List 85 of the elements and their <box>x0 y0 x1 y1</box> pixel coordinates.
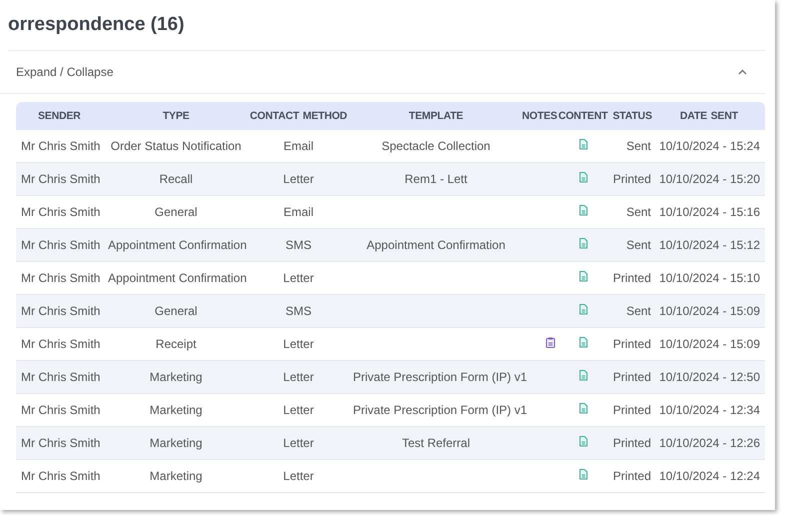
table-cell: Sent <box>626 205 651 219</box>
table-cell: Mr Chris Smith <box>21 205 100 219</box>
table-cell: 10/10/2024 - 15:09 <box>659 337 760 351</box>
table-cell: Letter <box>283 337 314 351</box>
table-cell: 10/10/2024 - 12:50 <box>659 370 760 384</box>
table-cell: Spectacle Collection <box>382 139 490 153</box>
table-cell: Mr Chris Smith <box>21 172 100 186</box>
table-cell: Marketing <box>150 469 202 483</box>
document-icon[interactable] <box>578 271 588 282</box>
table-cell: Private Prescription Form (IP) v1 <box>353 370 528 384</box>
expand-collapse-bar[interactable]: Expand / Collapse <box>0 51 765 94</box>
table-cell: Mr Chris Smith <box>21 304 100 318</box>
column-header: NOTES <box>521 102 557 130</box>
page-title: orrespondence (16) <box>7 13 186 37</box>
table-cell: 10/10/2024 - 12:26 <box>659 436 760 450</box>
column-header: DATE SENT <box>653 102 765 130</box>
clipboard-icon[interactable] <box>546 337 555 348</box>
table-cell: 10/10/2024 - 15:24 <box>659 139 760 153</box>
table-cell: 10/10/2024 - 15:16 <box>659 205 760 219</box>
table-cell: 10/10/2024 - 15:09 <box>659 304 760 318</box>
table-cell: Sent <box>626 139 651 153</box>
table-cell: Letter <box>283 436 314 450</box>
table-cell: Mr Chris Smith <box>21 271 100 285</box>
table-cell: Printed <box>612 271 651 285</box>
table-cell: Appointment Confirmation <box>108 238 247 252</box>
table-cell: Letter <box>283 469 314 483</box>
table-cell: SMS <box>285 238 312 252</box>
document-icon[interactable] <box>578 304 588 315</box>
column-header: TEMPLATE <box>351 102 521 130</box>
table-cell: Marketing <box>150 370 202 384</box>
table-cell: SMS <box>285 304 312 318</box>
table-cell: Mr Chris Smith <box>21 238 100 252</box>
table-cell: Mr Chris Smith <box>21 469 100 483</box>
expand-collapse-label: Expand / Collapse <box>16 65 114 79</box>
table-cell: Printed <box>612 172 651 186</box>
table-cell: Sent <box>626 304 651 318</box>
column-header: CONTENT <box>557 102 609 130</box>
table-cell: Letter <box>283 403 314 417</box>
table-cell: Email <box>283 205 314 219</box>
document-icon[interactable] <box>578 469 588 480</box>
table-cell: 10/10/2024 - 12:24 <box>659 469 760 483</box>
document-icon[interactable] <box>578 172 588 183</box>
table-cell: Appointment Confirmation <box>108 271 247 285</box>
table-cell: Email <box>283 139 314 153</box>
document-icon[interactable] <box>578 139 588 150</box>
table-cell: Letter <box>283 172 314 186</box>
table-cell: General <box>154 205 198 219</box>
table-cell: Mr Chris Smith <box>21 337 100 351</box>
document-icon[interactable] <box>578 238 588 249</box>
table-cell: Printed <box>612 337 651 351</box>
column-header: SENDER <box>16 102 106 130</box>
table-cell: Order Status Notification <box>110 139 242 153</box>
table-cell: Letter <box>283 370 314 384</box>
table-cell: Mr Chris Smith <box>21 403 100 417</box>
table-cell: Receipt <box>156 337 196 351</box>
document-icon[interactable] <box>578 337 588 348</box>
document-icon[interactable] <box>578 436 588 447</box>
table-cell: Private Prescription Form (IP) v1 <box>353 403 528 417</box>
column-header: CONTACT METHOD <box>246 102 351 130</box>
table-cell: Printed <box>612 370 651 384</box>
chevron-up-icon[interactable] <box>738 69 747 75</box>
table-cell: 10/10/2024 - 15:12 <box>659 238 760 252</box>
table-cell: 10/10/2024 - 15:20 <box>659 172 760 186</box>
document-icon[interactable] <box>578 403 588 414</box>
table-cell: Mr Chris Smith <box>21 436 100 450</box>
column-header: TYPE <box>106 102 246 130</box>
table-cell: Marketing <box>150 403 202 417</box>
document-icon[interactable] <box>578 370 588 381</box>
table-cell: Test Referral <box>402 436 470 450</box>
table-cell: Mr Chris Smith <box>21 370 100 384</box>
table-cell: Printed <box>612 436 651 450</box>
table-cell: Printed <box>612 469 651 483</box>
table-cell: 10/10/2024 - 12:34 <box>659 403 760 417</box>
table-cell: Letter <box>283 271 314 285</box>
table-cell: Printed <box>612 403 651 417</box>
document-icon[interactable] <box>578 205 588 216</box>
column-header: STATUS <box>609 102 653 130</box>
table-cell: Appointment Confirmation <box>366 238 506 252</box>
table-cell: General <box>154 304 198 318</box>
table-cell: Marketing <box>150 436 202 450</box>
table-cell: 10/10/2024 - 15:10 <box>659 271 760 285</box>
table-cell: Rem1 - Lett <box>404 172 468 186</box>
table-cell: Mr Chris Smith <box>21 139 100 153</box>
table-cell: Recall <box>159 172 193 186</box>
table-cell: Sent <box>626 238 651 252</box>
